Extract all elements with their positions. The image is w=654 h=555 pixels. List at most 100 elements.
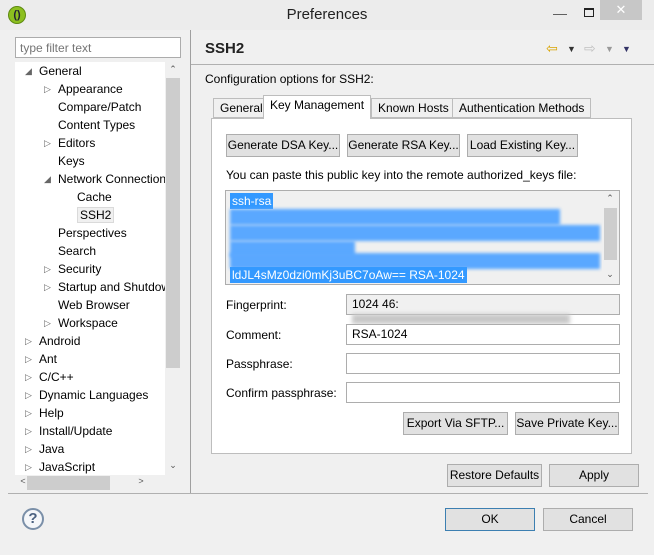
- back-icon[interactable]: ⇦: [546, 40, 558, 57]
- collapsed-arrow-icon[interactable]: ▷: [25, 440, 35, 458]
- tree-item-label: Web Browser: [58, 298, 130, 312]
- minimize-button[interactable]: —: [550, 5, 570, 25]
- tree-item[interactable]: ▷ Dynamic Languages: [25, 386, 148, 404]
- comment-label: Comment:: [226, 328, 282, 342]
- collapsed-arrow-icon[interactable]: ▷: [25, 350, 35, 368]
- tree-item[interactable]: ▷ Java: [25, 440, 65, 458]
- tree-item[interactable]: Compare/Patch: [58, 98, 141, 116]
- tree-item[interactable]: ▷ C/C++: [25, 368, 74, 386]
- expanded-arrow-icon[interactable]: ◢: [44, 170, 54, 188]
- comment-field[interactable]: RSA-1024: [346, 324, 620, 345]
- scroll-down-icon[interactable]: ⌄: [602, 269, 618, 280]
- tree-item[interactable]: Search: [58, 242, 96, 260]
- forward-menu-icon[interactable]: ▼: [605, 44, 614, 54]
- tree-item-label: Security: [58, 262, 102, 276]
- tab-key-management[interactable]: Key Management: [263, 95, 372, 119]
- public-key-last-line: ldJL4sMz0dzi0mKj3uBC7oAw== RSA-1024: [230, 267, 467, 283]
- confirm-passphrase-label: Confirm passphrase:: [226, 386, 337, 400]
- forward-icon[interactable]: ⇨: [584, 40, 596, 57]
- scroll-up-icon[interactable]: ⌃: [602, 193, 618, 204]
- load-existing-key-button[interactable]: Load Existing Key...: [467, 134, 578, 157]
- tree-item[interactable]: Content Types: [58, 116, 135, 134]
- tree-item[interactable]: Web Browser: [58, 296, 130, 314]
- tree-item[interactable]: ▷ Editors: [44, 134, 95, 152]
- apply-button[interactable]: Apply: [549, 464, 639, 487]
- back-menu-icon[interactable]: ▼: [567, 44, 576, 54]
- ok-button[interactable]: OK: [445, 508, 535, 531]
- collapsed-arrow-icon[interactable]: ▷: [44, 260, 54, 278]
- collapsed-arrow-icon[interactable]: ▷: [25, 368, 35, 386]
- tree-item[interactable]: SSH2: [77, 206, 115, 224]
- page-title: SSH2: [205, 40, 245, 57]
- collapsed-arrow-icon[interactable]: ▷: [44, 314, 54, 332]
- public-key-textarea[interactable]: ssh-rsa ldJL4sMz0dzi0mKj3uBC7oAw== RSA-1…: [225, 190, 620, 285]
- preference-tree: ◢ General ▷ Appearance Compare/Patch Content …: [15, 62, 165, 475]
- public-key-scrollbar[interactable]: ⌃ ⌄: [602, 191, 619, 284]
- generate-dsa-key-button[interactable]: Generate DSA Key...: [226, 134, 340, 157]
- tree-item[interactable]: ▷ Startup and Shutdown: [44, 278, 165, 296]
- collapsed-arrow-icon[interactable]: ▷: [44, 134, 54, 152]
- save-private-key-button[interactable]: Save Private Key...: [515, 412, 619, 435]
- tab-authentication-methods[interactable]: Authentication Methods: [452, 98, 592, 118]
- public-key-redacted-line: [230, 209, 560, 225]
- collapsed-arrow-icon[interactable]: ▷: [25, 404, 35, 422]
- collapsed-arrow-icon[interactable]: ▷: [25, 332, 35, 350]
- passphrase-label: Passphrase:: [226, 357, 293, 371]
- tree-item-label: Android: [39, 334, 81, 348]
- tree-item-label: JavaScript: [39, 460, 96, 474]
- footer-divider: [8, 493, 648, 494]
- view-menu-icon[interactable]: ▼: [622, 44, 631, 54]
- tree-item-label: Install/Update: [39, 424, 113, 438]
- tree-item[interactable]: ▷ Workspace: [44, 314, 118, 332]
- tree-item[interactable]: Perspectives: [58, 224, 127, 242]
- filter-input[interactable]: [15, 37, 181, 58]
- tree-item[interactable]: ▷ Install/Update: [25, 422, 113, 440]
- tree-item[interactable]: ▷ Android: [25, 332, 81, 350]
- tab-general[interactable]: General: [213, 98, 270, 118]
- tree-item-label: Workspace: [58, 316, 118, 330]
- tree-item[interactable]: ▷ Appearance: [44, 80, 123, 98]
- tree-item[interactable]: Keys: [58, 152, 85, 170]
- tree-item[interactable]: ▷ Ant: [25, 350, 58, 368]
- tree-item-label: Compare/Patch: [58, 100, 142, 114]
- scroll-down-icon[interactable]: ⌄: [165, 460, 181, 471]
- collapsed-arrow-icon[interactable]: ▷: [44, 278, 54, 296]
- tree-item-label: Appearance: [58, 82, 123, 96]
- scroll-right-icon[interactable]: >: [133, 476, 149, 486]
- tree-item-label: Ant: [39, 352, 58, 366]
- tree-horizontal-scrollbar[interactable]: < >: [15, 475, 165, 491]
- tree-item[interactable]: ▷ JavaScript: [25, 458, 96, 475]
- help-icon[interactable]: ?: [22, 508, 44, 530]
- tree-item-label: Content Types: [58, 118, 136, 132]
- scroll-thumb[interactable]: [27, 476, 110, 490]
- passphrase-field[interactable]: [346, 353, 620, 374]
- generate-rsa-key-button[interactable]: Generate RSA Key...: [347, 134, 460, 157]
- tree-item[interactable]: ▷ Help: [25, 404, 64, 422]
- tree-item[interactable]: ◢ General: [25, 62, 82, 80]
- collapsed-arrow-icon[interactable]: ▷: [25, 386, 35, 404]
- confirm-passphrase-field[interactable]: [346, 382, 620, 403]
- tree-item[interactable]: Cache: [77, 188, 112, 206]
- pane-divider[interactable]: [190, 30, 191, 493]
- tree-item-label: Java: [39, 442, 65, 456]
- collapsed-arrow-icon[interactable]: ▷: [44, 80, 54, 98]
- scroll-thumb[interactable]: [166, 78, 180, 368]
- collapsed-arrow-icon[interactable]: ▷: [25, 458, 35, 475]
- header-divider: [191, 64, 654, 65]
- export-via-sftp-button[interactable]: Export Via SFTP...: [403, 412, 508, 435]
- restore-defaults-button[interactable]: Restore Defaults: [447, 464, 542, 487]
- close-button[interactable]: ✕: [600, 0, 642, 20]
- collapsed-arrow-icon[interactable]: ▷: [25, 422, 35, 440]
- scroll-thumb[interactable]: [604, 208, 617, 260]
- tree-item[interactable]: ◢ Network Connection: [44, 170, 165, 188]
- tree-item[interactable]: ▷ Security: [44, 260, 102, 278]
- expanded-arrow-icon[interactable]: ◢: [25, 62, 35, 80]
- scroll-up-icon[interactable]: ⌃: [165, 64, 181, 75]
- tree-vertical-scrollbar[interactable]: ⌃ ⌄: [165, 62, 181, 475]
- tree-item-label: Startup and Shutdown: [58, 280, 165, 294]
- maximize-button[interactable]: [584, 8, 594, 17]
- title-bar: () Preferences — ✕: [0, 0, 654, 30]
- tab-known-hosts[interactable]: Known Hosts: [371, 98, 456, 118]
- cancel-button[interactable]: Cancel: [543, 508, 633, 531]
- tree-item-label: Cache: [77, 190, 112, 204]
